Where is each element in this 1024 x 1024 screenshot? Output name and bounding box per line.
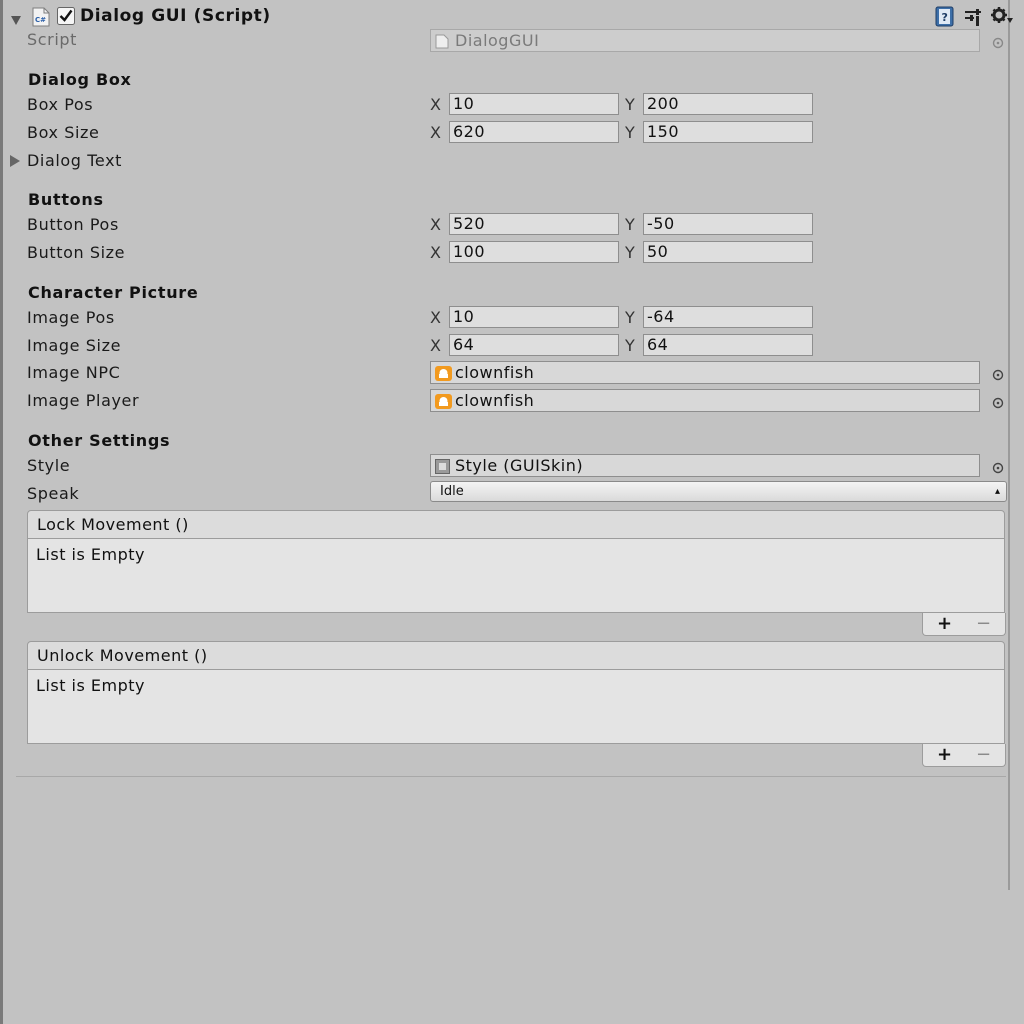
- csharp-script-icon: C#: [32, 7, 50, 27]
- script-file-icon: [435, 33, 451, 49]
- svg-text:?: ?: [942, 11, 948, 24]
- button-size-label: Button Size: [27, 243, 126, 262]
- image-npc-label: Image NPC: [27, 363, 121, 382]
- image-size-label: Image Size: [27, 336, 122, 355]
- box-size-x-field[interactable]: 620: [449, 121, 619, 143]
- list-empty-text: List is Empty: [36, 545, 146, 564]
- button-size-y-field[interactable]: 50: [643, 241, 813, 263]
- script-field: DialogGUI: [430, 29, 980, 52]
- help-book-icon[interactable]: ?: [935, 6, 955, 27]
- preset-sliders-icon[interactable]: [963, 7, 983, 27]
- gear-icon[interactable]: [990, 6, 1014, 26]
- sprite-icon: [435, 393, 452, 409]
- lock-movement-event-list: List is Empty: [27, 539, 1005, 613]
- unlock-movement-event-header: Unlock Movement (): [27, 641, 1005, 670]
- inspector-scrollbar-track[interactable]: [1008, 0, 1010, 890]
- dialog-text-foldout[interactable]: Dialog Text: [27, 151, 122, 170]
- add-listener-button[interactable]: +: [937, 744, 952, 766]
- guiskin-icon: [435, 458, 451, 474]
- image-player-value: clownfish: [455, 391, 535, 410]
- box-pos-label: Box Pos: [27, 95, 94, 114]
- image-pos-label: Image Pos: [27, 308, 115, 327]
- axis-x-label: X: [430, 215, 441, 234]
- image-size-y-field[interactable]: 64: [643, 334, 813, 356]
- script-label: Script: [27, 30, 78, 49]
- axis-y-label: Y: [625, 308, 635, 327]
- axis-y-label: Y: [625, 123, 635, 142]
- button-size-x-field[interactable]: 100: [449, 241, 619, 263]
- image-pos-y-field[interactable]: -64: [643, 306, 813, 328]
- axis-y-label: Y: [625, 243, 635, 262]
- component-divider: [16, 776, 1006, 777]
- axis-y-label: Y: [625, 215, 635, 234]
- svg-text:C#: C#: [35, 16, 46, 24]
- box-size-y-field[interactable]: 150: [643, 121, 813, 143]
- axis-x-label: X: [430, 123, 441, 142]
- foldout-arrow-icon[interactable]: [10, 11, 22, 30]
- style-label: Style: [27, 456, 71, 475]
- speak-dropdown-value: Idle: [440, 484, 464, 499]
- axis-x-label: X: [430, 95, 441, 114]
- lock-movement-event-header: Lock Movement (): [27, 510, 1005, 539]
- remove-listener-button[interactable]: −: [976, 744, 991, 766]
- box-pos-y-field[interactable]: 200: [643, 93, 813, 115]
- section-dialog-box: Dialog Box: [28, 70, 132, 89]
- object-picker-icon: [992, 34, 1004, 49]
- box-pos-x-field[interactable]: 10: [449, 93, 619, 115]
- image-npc-field[interactable]: clownfish: [430, 361, 980, 384]
- object-picker-icon[interactable]: [992, 394, 1004, 409]
- axis-x-label: X: [430, 308, 441, 327]
- object-picker-icon[interactable]: [992, 459, 1004, 474]
- list-empty-text: List is Empty: [36, 676, 146, 695]
- image-player-field[interactable]: clownfish: [430, 389, 980, 412]
- axis-x-label: X: [430, 336, 441, 355]
- button-pos-y-field[interactable]: -50: [643, 213, 813, 235]
- button-pos-label: Button Pos: [27, 215, 119, 234]
- section-buttons: Buttons: [28, 190, 104, 209]
- inspector-left-border: [0, 0, 3, 1024]
- unlock-movement-event-list: List is Empty: [27, 670, 1005, 744]
- speak-label: Speak: [27, 484, 80, 503]
- image-pos-x-field[interactable]: 10: [449, 306, 619, 328]
- section-character-picture: Character Picture: [28, 283, 199, 302]
- dropdown-arrows-icon: ▴: [994, 486, 1000, 497]
- component-title: Dialog GUI (Script): [80, 6, 271, 26]
- lock-movement-list-footer: + −: [922, 613, 1006, 636]
- axis-x-label: X: [430, 243, 441, 262]
- image-npc-value: clownfish: [455, 363, 535, 382]
- axis-y-label: Y: [625, 95, 635, 114]
- object-picker-icon[interactable]: [992, 366, 1004, 381]
- add-listener-button[interactable]: +: [937, 613, 952, 635]
- component-enabled-checkbox[interactable]: [57, 7, 75, 25]
- sprite-icon: [435, 365, 452, 381]
- style-value: Style (GUISkin): [455, 456, 584, 475]
- dialog-text-foldout-icon[interactable]: [9, 153, 21, 172]
- speak-dropdown[interactable]: Idle ▴: [430, 481, 1007, 502]
- image-size-x-field[interactable]: 64: [449, 334, 619, 356]
- box-size-label: Box Size: [27, 123, 100, 142]
- style-field[interactable]: Style (GUISkin): [430, 454, 980, 477]
- script-field-value: DialogGUI: [455, 31, 540, 50]
- remove-listener-button[interactable]: −: [976, 613, 991, 635]
- axis-y-label: Y: [625, 336, 635, 355]
- section-other-settings: Other Settings: [28, 431, 171, 450]
- image-player-label: Image Player: [27, 391, 140, 410]
- button-pos-x-field[interactable]: 520: [449, 213, 619, 235]
- unlock-movement-list-footer: + −: [922, 744, 1006, 767]
